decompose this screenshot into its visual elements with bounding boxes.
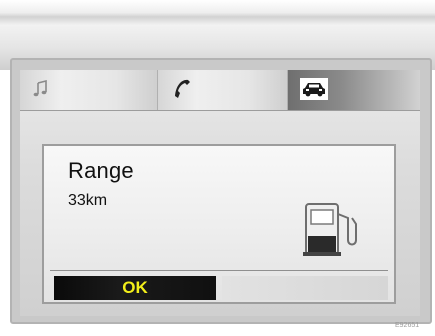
reference-code: E92651	[395, 322, 420, 329]
tab-vehicle[interactable]	[288, 70, 420, 110]
tab-phone[interactable]	[158, 70, 288, 110]
fuel-pump-icon	[302, 198, 368, 263]
display-screen: Range 33km OK	[20, 70, 420, 316]
phone-icon	[172, 78, 192, 105]
car-icon	[300, 78, 328, 105]
music-note-icon	[32, 79, 50, 103]
empty-softkey	[222, 276, 388, 300]
message-box: Range 33km OK	[42, 144, 396, 304]
message-divider	[50, 270, 388, 271]
tab-bar	[20, 70, 420, 111]
range-value: 33km	[68, 192, 108, 209]
ok-button[interactable]: OK	[54, 276, 216, 300]
tab-music[interactable]	[20, 70, 158, 110]
message-title: Range	[68, 158, 134, 183]
